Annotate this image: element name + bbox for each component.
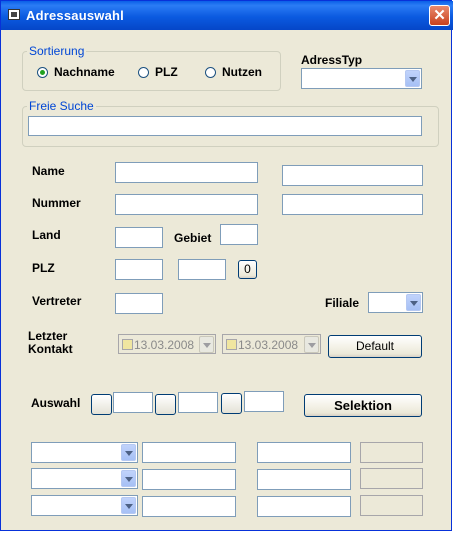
nummer-label: Nummer: [32, 196, 81, 210]
radio-circle-plz[interactable]: [138, 66, 149, 78]
auswahl-toggle-3[interactable]: [221, 393, 242, 414]
chevron-down-icon[interactable]: [121, 497, 136, 514]
auswahl-input-2[interactable]: [178, 392, 218, 413]
radio-circle-nachname[interactable]: [37, 66, 48, 78]
adresstyp-label: AdressTyp: [301, 53, 363, 67]
chevron-down-icon[interactable]: [304, 336, 319, 353]
chevron-down-icon[interactable]: [121, 444, 136, 461]
close-button[interactable]: ✕: [429, 5, 450, 26]
land-label: Land: [32, 228, 61, 242]
plz-label: PLZ: [32, 261, 55, 275]
filter-row-1-readonly: [360, 442, 423, 463]
filter-row-3-readonly: [360, 495, 423, 516]
auswahl-label: Auswahl: [31, 396, 81, 410]
filter-row-2-dropdown[interactable]: [31, 468, 138, 489]
date-from-checkbox[interactable]: [122, 339, 133, 350]
auswahl-input-1[interactable]: [113, 392, 153, 413]
radio-label-nutzen: Nutzen: [222, 65, 262, 79]
radio-circle-nutzen[interactable]: [205, 66, 216, 78]
name-label: Name: [32, 164, 65, 178]
window-app-icon: [8, 9, 20, 20]
filiale-label: Filiale: [325, 296, 360, 310]
filter-row-1-value[interactable]: [257, 442, 351, 463]
filter-row-1-dropdown[interactable]: [31, 442, 138, 463]
filter-row-3-input[interactable]: [142, 496, 236, 517]
radio-nutzen[interactable]: Nutzen: [205, 65, 262, 79]
vertreter-label: Vertreter: [32, 294, 82, 308]
chevron-down-icon[interactable]: [405, 70, 420, 87]
name-input-2[interactable]: [282, 165, 423, 186]
filiale-dropdown[interactable]: [368, 292, 423, 313]
freie-suche-legend: Freie Suche: [27, 99, 96, 113]
filter-row-2-readonly: [360, 468, 423, 489]
radio-label-nachname: Nachname: [54, 65, 115, 79]
vertreter-input[interactable]: [115, 293, 163, 314]
address-selection-window: Adressauswahl ✕ Sortierung Nachname PLZ …: [0, 0, 453, 531]
auswahl-input-3[interactable]: [244, 391, 284, 412]
filter-row-1-input[interactable]: [142, 442, 236, 463]
radio-plz[interactable]: PLZ: [138, 65, 178, 79]
name-input-1[interactable]: [115, 162, 258, 183]
freie-suche-input[interactable]: [28, 116, 422, 136]
radio-nachname[interactable]: Nachname: [37, 65, 115, 79]
auswahl-toggle-2[interactable]: [155, 394, 176, 415]
adresstyp-dropdown[interactable]: [301, 68, 422, 89]
land-input[interactable]: [115, 227, 163, 248]
filter-row-3-dropdown[interactable]: [31, 495, 138, 516]
window-title: Adressauswahl: [26, 8, 124, 23]
date-to-picker[interactable]: 13.03.2008: [222, 334, 321, 354]
default-button[interactable]: Default: [328, 335, 422, 358]
date-to-checkbox[interactable]: [226, 339, 237, 350]
date-from-value: 13.03.2008: [134, 338, 195, 352]
letzter-kontakt-label-line2: Kontakt: [28, 342, 73, 356]
date-to-value: 13.03.2008: [238, 338, 299, 352]
nummer-input-2[interactable]: [282, 194, 423, 215]
plz-from-input[interactable]: [115, 259, 163, 280]
gebiet-label: Gebiet: [174, 231, 212, 245]
chevron-down-icon[interactable]: [199, 336, 214, 353]
selektion-button[interactable]: Selektion: [304, 394, 422, 417]
nummer-input-1[interactable]: [115, 194, 258, 215]
chevron-down-icon[interactable]: [406, 294, 421, 311]
plz-zero-button[interactable]: 0: [238, 260, 257, 279]
auswahl-toggle-1[interactable]: [91, 394, 112, 415]
date-from-picker[interactable]: 13.03.2008: [118, 334, 216, 354]
chevron-down-icon[interactable]: [121, 470, 136, 487]
plz-to-input[interactable]: [178, 259, 226, 280]
filter-row-3-value[interactable]: [257, 496, 351, 517]
filter-row-2-input[interactable]: [142, 469, 236, 490]
letzter-kontakt-label-line1: Letzter: [28, 329, 68, 343]
filter-row-2-value[interactable]: [257, 469, 351, 490]
radio-label-plz: PLZ: [155, 65, 178, 79]
gebiet-input[interactable]: [220, 224, 258, 245]
sortierung-legend: Sortierung: [27, 44, 87, 58]
title-bar[interactable]: Adressauswahl ✕: [1, 1, 453, 30]
